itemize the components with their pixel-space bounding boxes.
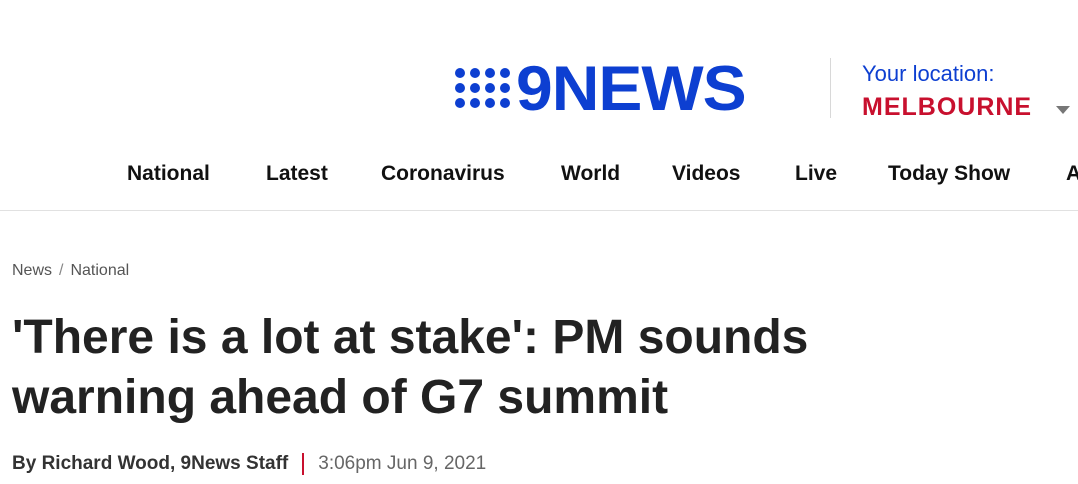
nav-item-world[interactable]: World [561,162,620,186]
main-nav: National Latest Coronavirus World Videos… [0,150,1078,211]
byline-divider [302,453,305,475]
breadcrumb: News / National [12,262,129,280]
nav-item-videos[interactable]: Videos [672,162,740,186]
nav-item-coronavirus[interactable]: Coronavirus [381,162,505,186]
location-label: Your location: [862,61,995,86]
site-header: 9NEWS Your location: MELBOURNE [0,0,1078,150]
nav-item-today-show[interactable]: Today Show [888,162,1010,186]
location-selector[interactable]: MELBOURNE [862,93,1032,122]
logo-text: 9NEWS [516,52,747,124]
nav-item-latest[interactable]: Latest [266,162,328,186]
chevron-down-icon[interactable] [1056,106,1070,114]
article-headline: 'There is a lot at stake': PM sounds war… [12,311,809,424]
nav-item-live[interactable]: Live [795,162,837,186]
article-byline: By Richard Wood, 9News Staff 3:06pm Jun … [12,453,486,475]
9news-logo[interactable]: 9NEWS [455,52,747,124]
publish-timestamp: 3:06pm Jun 9, 2021 [318,453,487,474]
breadcrumb-separator: / [59,262,64,279]
nav-item-national[interactable]: National [127,162,210,186]
logo-dots-icon [455,68,510,108]
nav-item-truncated[interactable]: A [1066,162,1078,186]
header-divider [830,58,831,118]
author-name[interactable]: By Richard Wood, 9News Staff [12,453,288,475]
breadcrumb-national[interactable]: National [70,262,129,279]
breadcrumb-news[interactable]: News [12,262,52,279]
